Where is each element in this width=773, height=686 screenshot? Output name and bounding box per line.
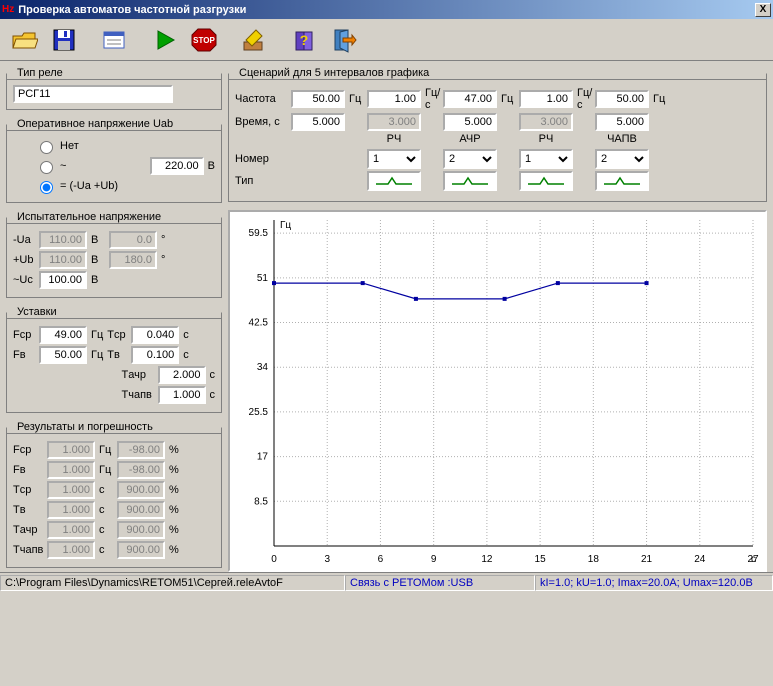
svg-text:12: 12 — [481, 554, 493, 565]
svg-text:с: с — [751, 554, 756, 565]
uab-value-input[interactable] — [150, 157, 204, 175]
ub-input — [39, 251, 87, 269]
fcp-input[interactable] — [39, 326, 87, 344]
app-icon-hz: Hz — [2, 4, 14, 15]
ua-label: -Ua — [13, 234, 35, 246]
chart-svg: 03691215182124278.51725.53442.55159.5Гцс — [230, 212, 765, 570]
num-c4[interactable]: 2 — [595, 149, 649, 169]
relay-type-group: Тип реле — [6, 67, 222, 110]
open-button[interactable] — [6, 22, 42, 58]
uab-radio-none[interactable]: Нет — [35, 138, 215, 154]
results-legend: Результаты и погрешность — [13, 421, 157, 433]
close-button[interactable]: X — [755, 3, 771, 17]
svg-text:17: 17 — [257, 452, 269, 463]
status-params: kI=1.0; kU=1.0; Imax=20.0A; Umax=120.0B — [535, 575, 773, 591]
svg-text:Гц: Гц — [280, 220, 291, 231]
time-c3 — [519, 113, 573, 131]
uc-label: ~Uc — [13, 274, 35, 286]
results-group: Результаты и погрешность Fср Гц % Fв Гц … — [6, 421, 222, 568]
svg-text:15: 15 — [535, 554, 547, 565]
uab-radio-sine[interactable]: ~ — [35, 158, 146, 174]
status-conn: Связь с РЕТОМом :USB — [345, 575, 535, 591]
type-c3[interactable] — [519, 171, 573, 191]
save-button[interactable] — [46, 22, 82, 58]
help-button[interactable]: ? — [286, 22, 322, 58]
toolbar: STOP ? — [0, 19, 773, 61]
tv-input[interactable] — [131, 346, 179, 364]
scenario-group: Сценарий для 5 интервалов графика Частот… — [228, 67, 767, 202]
time-c4[interactable] — [595, 113, 649, 131]
tcp-input[interactable] — [131, 326, 179, 344]
num-c3[interactable]: 1 — [519, 149, 573, 169]
relay-type-legend: Тип реле — [13, 67, 67, 79]
titlebar: Hz Проверка автоматов частотной разгрузк… — [0, 0, 773, 19]
fv-input[interactable] — [39, 346, 87, 364]
svg-text:21: 21 — [641, 554, 653, 565]
tchapv-input[interactable] — [158, 386, 206, 404]
exit-button[interactable] — [326, 22, 362, 58]
tachr-input[interactable] — [158, 366, 206, 384]
time-c2[interactable] — [443, 113, 497, 131]
ub-label: +Ub — [13, 254, 35, 266]
uc-input[interactable] — [39, 271, 87, 289]
freq-c4[interactable] — [595, 90, 649, 108]
relay-type-input[interactable] — [13, 85, 173, 103]
setpoints-group: Уставки Fср Гц Tср с Fв Гц Tв с Tачр — [6, 306, 222, 413]
svg-text:34: 34 — [257, 362, 269, 373]
test-voltage-group: Испытательное напряжение -Ua В ° +Ub В °… — [6, 211, 222, 298]
svg-text:51: 51 — [257, 273, 269, 284]
svg-text:25.5: 25.5 — [249, 407, 269, 418]
statusbar: C:\Program Files\Dynamics\RETOM51\Сергей… — [0, 572, 773, 592]
uab-legend: Оперативное напряжение Uab — [13, 118, 177, 130]
freq-c1[interactable] — [367, 90, 421, 108]
window-title: Проверка автоматов частотной разгрузки — [18, 4, 755, 16]
svg-text:6: 6 — [378, 554, 384, 565]
edit-button[interactable] — [236, 22, 272, 58]
uab-unit: В — [208, 160, 215, 172]
time-c1 — [367, 113, 421, 131]
freq-c2[interactable] — [443, 90, 497, 108]
status-path: C:\Program Files\Dynamics\RETOM51\Сергей… — [0, 575, 345, 591]
freq-c3[interactable] — [519, 90, 573, 108]
run-button[interactable] — [146, 22, 182, 58]
uab-radio-uaub[interactable]: = (-Ua +Ub) — [35, 178, 215, 194]
svg-text:8.5: 8.5 — [254, 496, 268, 507]
svg-text:3: 3 — [324, 554, 330, 565]
num-c2[interactable]: 2 — [443, 149, 497, 169]
ub-angle — [109, 251, 157, 269]
test-voltage-legend: Испытательное напряжение — [13, 211, 165, 223]
setpoints-legend: Уставки — [13, 306, 61, 318]
svg-text:STOP: STOP — [193, 36, 215, 45]
type-c4[interactable] — [595, 171, 649, 191]
svg-text:24: 24 — [694, 554, 706, 565]
options-button[interactable] — [96, 22, 132, 58]
ua-angle — [109, 231, 157, 249]
uab-group: Оперативное напряжение Uab Нет ~ В = (-U… — [6, 118, 222, 203]
stop-button[interactable]: STOP — [186, 22, 222, 58]
ua-input — [39, 231, 87, 249]
chart-area: 03691215182124278.51725.53442.55159.5Гцс — [228, 210, 767, 572]
svg-text:18: 18 — [588, 554, 600, 565]
time-c0[interactable] — [291, 113, 345, 131]
svg-text:9: 9 — [431, 554, 437, 565]
num-c1[interactable]: 1 — [367, 149, 421, 169]
scenario-legend: Сценарий для 5 интервалов графика — [235, 67, 433, 79]
svg-text:42.5: 42.5 — [249, 318, 269, 329]
svg-text:59.5: 59.5 — [249, 228, 269, 239]
svg-text:0: 0 — [271, 554, 277, 565]
svg-text:?: ? — [300, 32, 309, 48]
freq-c0[interactable] — [291, 90, 345, 108]
type-c1[interactable] — [367, 171, 421, 191]
type-c2[interactable] — [443, 171, 497, 191]
